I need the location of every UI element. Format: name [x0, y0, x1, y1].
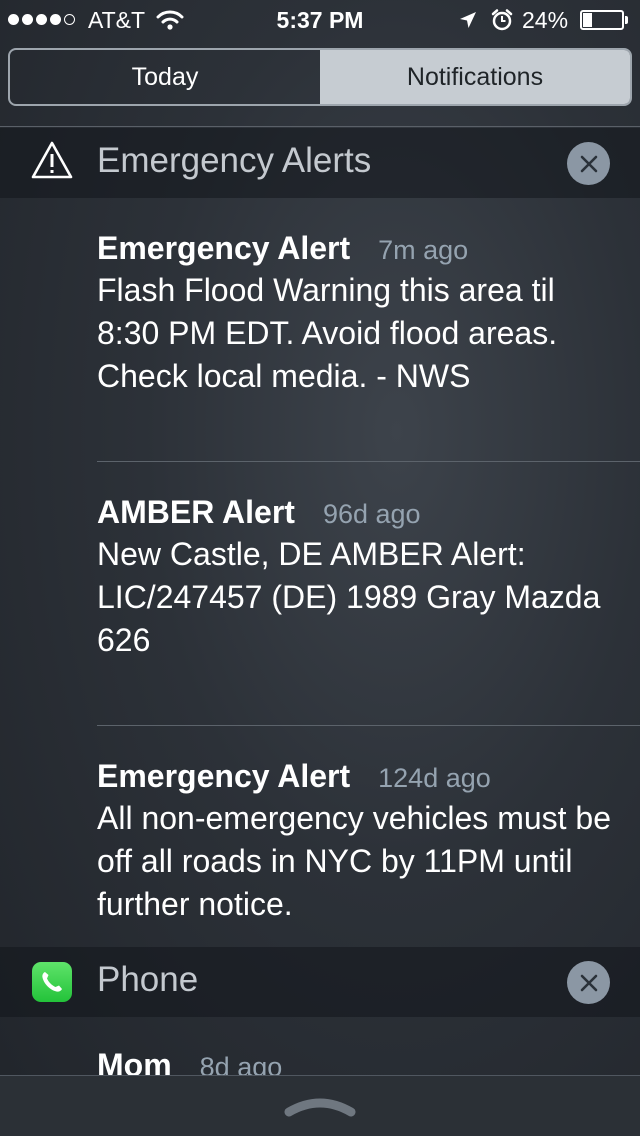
section-header-phone: Phone: [0, 947, 640, 1017]
notification-title: AMBER Alert: [97, 494, 295, 530]
notification-item[interactable]: Emergency Alert 7m ago Flash Flood Warnin…: [97, 228, 617, 398]
clear-emergency-alerts-button[interactable]: [567, 142, 610, 185]
section-header-emergency-alerts: Emergency Alerts: [0, 128, 640, 198]
warning-triangle-icon: [30, 140, 74, 185]
section-title: Emergency Alerts: [97, 141, 372, 180]
notification-item[interactable]: AMBER Alert 96d ago New Castle, DE AMBER …: [97, 492, 617, 662]
close-icon: [580, 974, 597, 991]
notification-time: 96d ago: [322, 499, 421, 529]
phone-app-icon: [32, 962, 72, 1002]
notification-title: Emergency Alert: [97, 758, 351, 794]
notification-body: All non-emergency vehicles must be off a…: [97, 800, 612, 922]
notification-item[interactable]: Emergency Alert 124d ago All non-emergenc…: [97, 756, 617, 926]
battery-icon: [580, 10, 630, 30]
notification-time: 7m ago: [378, 235, 469, 265]
view-switcher: Today Notifications: [8, 48, 632, 106]
clear-phone-button[interactable]: [567, 961, 610, 1004]
tab-today[interactable]: Today: [10, 50, 320, 104]
close-handle-icon[interactable]: [283, 1092, 357, 1123]
divider: [97, 725, 640, 726]
notification-body: Flash Flood Warning this area til 8:30 P…: [97, 272, 558, 394]
section-title: Phone: [97, 960, 199, 999]
tab-notifications[interactable]: Notifications: [320, 50, 630, 104]
alarm-clock-icon: [490, 8, 514, 38]
location-arrow-icon: [458, 10, 478, 36]
bottom-bar: [0, 1075, 640, 1136]
divider: [97, 461, 640, 462]
notification-title: Emergency Alert: [97, 230, 351, 266]
status-bar: AT&T 5:37 PM 24%: [0, 0, 640, 40]
header-divider: [0, 126, 640, 127]
notification-time: 124d ago: [378, 763, 491, 793]
battery-percent: 24%: [522, 7, 569, 33]
close-icon: [580, 155, 597, 172]
notification-body: New Castle, DE AMBER Alert: LIC/247457 (…: [97, 536, 601, 658]
